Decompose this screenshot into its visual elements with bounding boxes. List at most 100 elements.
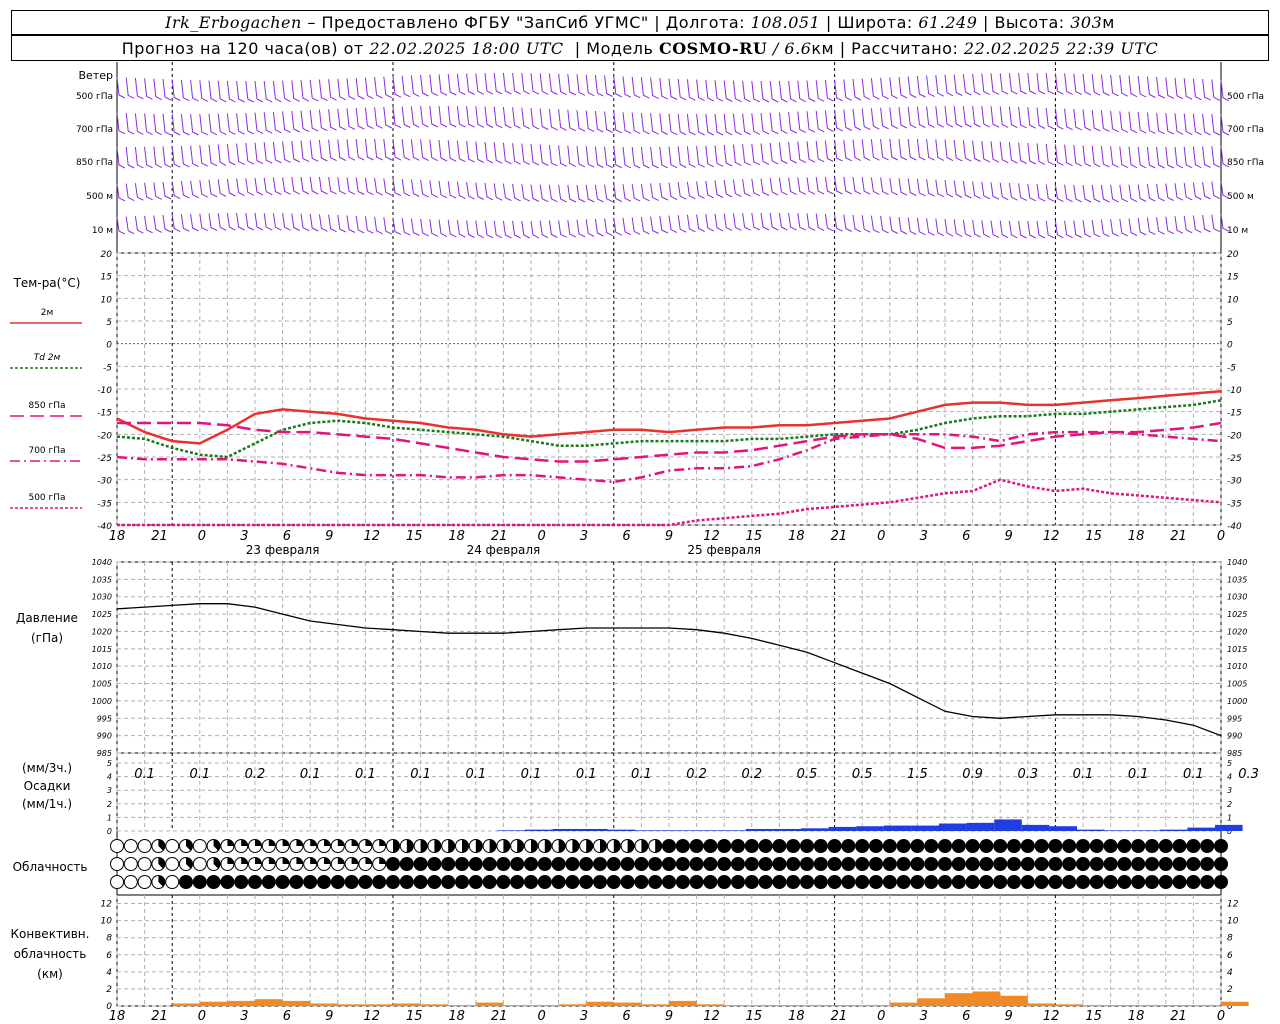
conv-title: Конвективн. (11, 927, 90, 941)
precip-bar (1187, 827, 1215, 831)
temp-tick-label: 15 (1227, 273, 1239, 283)
pressure-tick-label: 985 (97, 749, 112, 758)
cloud-symbol (855, 857, 870, 871)
pressure-tick-label: 1005 (92, 680, 112, 689)
x-tick-label: 18 (448, 1009, 465, 1024)
conv-bar (641, 1004, 669, 1006)
x-tick-label: 9 (325, 1009, 333, 1024)
wind-level-label: 500 гПа (1227, 92, 1264, 102)
cloud-symbol (413, 857, 428, 871)
x-tick-label: 18 (788, 529, 805, 544)
precip-tick-label: 3 (107, 786, 112, 795)
x-tick-label: 6 (962, 1009, 970, 1024)
conv-bar (1055, 1004, 1083, 1006)
cloud-symbol (938, 839, 952, 853)
precip-tick-label: 2 (1227, 800, 1232, 809)
cloud-symbol (399, 875, 414, 889)
cloud-symbol (1158, 839, 1173, 853)
conv-bar (1165, 1005, 1194, 1006)
pressure-tick-label: 1030 (92, 593, 112, 602)
cloud-symbol (620, 875, 635, 889)
cloud-symbol (1020, 875, 1035, 889)
cloud-symbol (137, 875, 152, 889)
x-tick-label: 0 (537, 1009, 545, 1024)
cloud-symbol (1117, 875, 1132, 889)
pressure-tick-label: 995 (1227, 714, 1242, 723)
conv-bar (282, 1000, 311, 1006)
temp-tick-label: -20 (1227, 431, 1242, 441)
conv-tick-label: 10 (101, 917, 113, 927)
x-tick-label: 21 (491, 1009, 508, 1024)
temp-tick-label: -30 (97, 477, 112, 487)
wind-title: Ветер (79, 69, 113, 82)
x-tick-label: 0 (1217, 529, 1225, 544)
x-tick-label: 12 (363, 529, 380, 544)
precip-3h-label: 0.9 (962, 767, 983, 782)
precip-3h-label: 0.3 (1238, 767, 1259, 782)
conv-tick-label: 4 (106, 968, 112, 978)
cloud-fill (434, 839, 441, 853)
conv-bar (807, 1005, 835, 1006)
cloud-fill (503, 839, 510, 853)
cloud-symbol (593, 857, 607, 871)
cloud-symbol (192, 857, 207, 871)
precip-bar (939, 823, 967, 831)
cloud-symbol (441, 875, 456, 889)
cloud-symbol (841, 857, 856, 871)
cloud-symbol (813, 875, 828, 889)
cloud-fill (282, 857, 290, 864)
cloud-symbol (675, 875, 690, 889)
cloud-fill (324, 839, 331, 846)
conv-bar (889, 1002, 918, 1006)
cloud-symbol (510, 875, 525, 889)
conv-bar (1110, 1005, 1139, 1006)
precip-tick-label: 1 (107, 813, 112, 822)
cloud-symbol (869, 875, 883, 889)
precip-bar (580, 828, 608, 831)
pressure-unit: (гПа) (31, 631, 63, 645)
cloud-symbol (731, 875, 745, 889)
conv-tick-label: 10 (1227, 917, 1239, 927)
temp-tick-label: 15 (101, 273, 113, 283)
precip-bar (801, 828, 829, 831)
cloud-symbol (758, 875, 773, 889)
cloud-symbol (1158, 857, 1173, 871)
cloud-symbol (165, 839, 180, 853)
x-tick-label: 21 (1170, 529, 1187, 544)
wind-barbs (116, 105, 1230, 136)
cloud-symbol (993, 839, 1008, 853)
cloud-symbol (800, 875, 814, 889)
temp-tick-label: -35 (97, 499, 112, 509)
precip-bar (1049, 826, 1077, 831)
cloud-symbol (551, 857, 566, 871)
cloud-symbol (1048, 875, 1063, 889)
cloud-fill (282, 839, 290, 846)
cloud-symbol (524, 875, 538, 889)
x-tick-label: 15 (746, 1009, 763, 1024)
cloud-symbol (841, 875, 856, 889)
conv-bar (1000, 995, 1028, 1006)
precip-3h-label: 0.1 (465, 767, 486, 782)
x-tick-label: 0 (877, 529, 885, 544)
cloud-symbol (1131, 857, 1146, 871)
precip-3h-label: 0.1 (631, 767, 652, 782)
cloud-symbol (427, 857, 442, 871)
wind-barbs (116, 176, 1230, 203)
cloud-symbol (137, 857, 152, 871)
cloud-symbol (372, 875, 387, 889)
conv-tick-label: 2 (1227, 985, 1233, 995)
cloud-symbol (537, 875, 552, 889)
pressure-tick-label: 990 (1227, 732, 1242, 741)
cloud-symbol (662, 857, 676, 871)
cloud-symbol (965, 875, 980, 889)
cloud-symbol (137, 839, 152, 853)
cloud-symbol (455, 875, 469, 889)
cloud-symbol (979, 857, 994, 871)
cloud-symbol (731, 857, 745, 871)
wind-level-label: 700 гПа (1227, 125, 1264, 135)
day-label: 24 февраля (467, 543, 541, 557)
pressure-tick-label: 1035 (1227, 575, 1247, 584)
pressure-tick-label: 1020 (92, 627, 112, 636)
x-tick-label: 3 (920, 1009, 928, 1024)
conv-bar (255, 999, 283, 1006)
